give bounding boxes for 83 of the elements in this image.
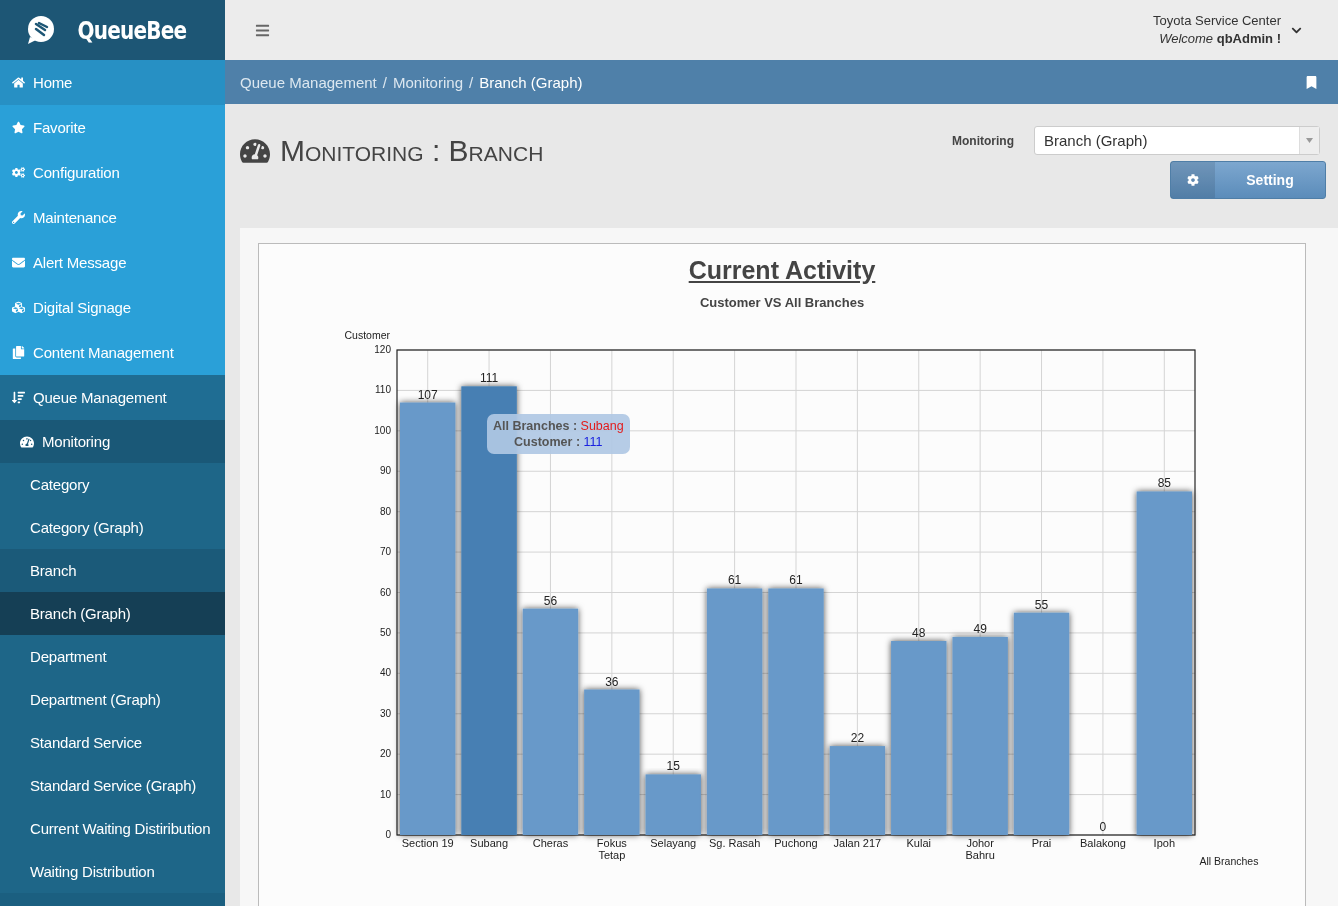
axis-title: All Branches (1199, 855, 1258, 867)
data-label: 107 (417, 387, 438, 402)
data-label: 36 (604, 674, 619, 689)
gears-icon (12, 166, 25, 179)
axis-tick-label: Puchong (773, 837, 818, 849)
home-icon (12, 76, 25, 89)
field-label: Monitoring (952, 133, 1014, 148)
axis-tick-label: Fokus Tetap (596, 837, 627, 861)
axis-tick-label: 20 (379, 748, 391, 760)
gauge-icon (240, 136, 270, 166)
gauge-icon (20, 434, 34, 449)
breadcrumb-link[interactable]: Monitoring (392, 73, 463, 91)
axis-tick-label: Selayang (649, 837, 696, 849)
axis-tick-label: 0 (384, 829, 391, 840)
sidebar-item[interactable]: Category (0, 463, 225, 506)
sidebar-item[interactable]: Standard Service (0, 721, 225, 764)
brand-logo[interactable]: QueueBee (0, 0, 225, 60)
axis-tick-label: 70 (379, 546, 391, 558)
breadcrumb-link[interactable]: Branch (Graph) (479, 73, 583, 91)
axis-tick-label: 80 (379, 505, 391, 517)
data-label: 56 (543, 593, 557, 608)
axis-tick-label: Section 19 (401, 837, 454, 849)
axis-tick-label: Johor Bahru (964, 837, 995, 861)
axis-tick-label: 60 (379, 586, 391, 598)
sidebar-item[interactable]: Category (Graph) (0, 506, 225, 549)
chart-subtitle: Customer VS All Branches (699, 295, 865, 310)
data-label: 15 (666, 759, 680, 774)
axis-tick-label: 40 (379, 667, 391, 679)
axis-tick-label: Kulai (906, 837, 931, 849)
axis-tick-label: Balakong (1079, 837, 1126, 849)
sidebar-item[interactable]: Waiting Distribution (0, 850, 225, 893)
axis-tick-label: Jalan 217 (833, 837, 881, 849)
sidebar-item[interactable]: Standard Service (Graph) (0, 764, 225, 807)
sidebar-item[interactable]: Queue Management (0, 375, 225, 420)
sidebar-item[interactable]: Branch (0, 549, 225, 592)
envelope-icon (12, 256, 25, 269)
sidebar-item[interactable]: Department (0, 635, 225, 678)
monitoring-select[interactable]: Branch (Graph) (1034, 126, 1320, 155)
axis-tick-label: Prai (1031, 837, 1051, 849)
welcome-text: Welcome qbAdmin ! (1158, 30, 1281, 48)
axis-tick-label: Ipoh (1153, 837, 1175, 849)
axis-tick-label: 30 (379, 707, 391, 719)
axis-tick-label: Subang (469, 837, 508, 849)
sort-icon (12, 391, 25, 404)
breadcrumb-link[interactable]: Queue Management (240, 73, 377, 91)
documents-icon (12, 346, 25, 359)
chart-title: Current Activity (688, 256, 876, 285)
data-label: 49 (972, 621, 987, 636)
axis-title: Customer (344, 329, 390, 341)
settings-icon (1187, 174, 1199, 186)
sidebar-item[interactable]: Department (Graph) (0, 678, 225, 721)
axis-tick-label: Cheras (532, 837, 568, 849)
speech-bubble-icon (25, 15, 56, 45)
data-label: 61 (788, 573, 803, 588)
axis-tick-label: 10 (379, 788, 391, 800)
data-label: 48 (911, 626, 925, 640)
axis-tick-label: 90 (379, 465, 391, 477)
star-icon (12, 121, 25, 134)
bookmark-icon[interactable] (1305, 75, 1318, 89)
data-label: 85 (1157, 476, 1171, 491)
data-label: 61 (727, 573, 741, 588)
data-label: 22 (850, 731, 864, 746)
data-label: 0 (1099, 820, 1106, 834)
wrench-icon (12, 211, 25, 224)
axis-tick-label: Sg. Rasah (708, 837, 760, 849)
menu-icon[interactable] (255, 22, 270, 38)
axis-tick-label: 100 (373, 424, 391, 436)
breadcrumb-separator: / (382, 73, 387, 91)
chart-tooltip: All Branches : Subang Customer : 111 (487, 414, 630, 454)
cubes-icon (12, 301, 25, 314)
breadcrumb-separator: / (469, 73, 474, 91)
sidebar-item[interactable]: Branch (Graph) (0, 592, 225, 635)
sidebar-item[interactable]: Monitoring (0, 420, 225, 463)
sidebar-item[interactable]: Home (0, 60, 225, 105)
axis-tick-label: 110 (374, 384, 391, 396)
data-label: 55 (1034, 597, 1048, 612)
caret-icon (1306, 138, 1313, 143)
page-title: Monitoring : Branch (280, 134, 544, 168)
organization-name: Toyota Service Center (1153, 12, 1281, 30)
data-label: 111 (479, 371, 498, 386)
axis-tick-label: 50 (379, 626, 391, 638)
axis-tick-label: 120 (373, 344, 391, 355)
sidebar-item[interactable]: Current Waiting Distiribution (0, 807, 225, 850)
